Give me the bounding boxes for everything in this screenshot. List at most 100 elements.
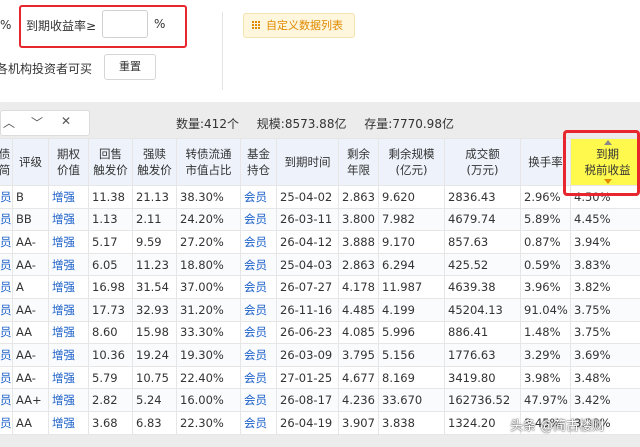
table-cell[interactable]: 员 (0, 320, 13, 345)
table-cell[interactable]: 增强 (48, 343, 89, 367)
table-cell[interactable]: 会员 (240, 252, 277, 277)
table-cell: 3.48% (570, 365, 640, 390)
table-row[interactable]: 员 BB 增强 1.13 2.11 24.20% 会员 26-03-11 3.800 7.982 4… (0, 207, 640, 232)
table-cell[interactable]: 员 (0, 230, 13, 254)
table-cell[interactable]: 会员 (240, 365, 277, 390)
table-cell: 3.82% (570, 275, 640, 299)
divider (222, 12, 223, 90)
table-cell: 26-08-17 (276, 388, 339, 412)
table-cell: 31.54 (132, 275, 177, 299)
close-icon[interactable]: ✕ (61, 114, 71, 128)
table-cell[interactable]: 员 (0, 365, 13, 390)
table-cell: 32.93 (132, 297, 177, 322)
column-header-1[interactable]: 评级 (12, 138, 49, 186)
table-cell: 2836.43 (444, 185, 521, 209)
column-header-3[interactable]: 回售 触发价 (88, 138, 133, 186)
table-cell: 47.97% (520, 388, 571, 412)
custom-list-button[interactable]: 自定义数据列表 (243, 13, 355, 38)
table-row[interactable]: 员 AA- 增强 17.73 32.93 31.20% 会员 26-11-16 4.485 4.1… (0, 297, 640, 322)
table-cell: 31.20% (176, 297, 241, 322)
column-header-0[interactable]: 债 简 (0, 138, 13, 186)
ytm-filter-input[interactable] (102, 10, 148, 38)
table-cell[interactable]: 员 (0, 207, 13, 232)
table-cell[interactable]: 会员 (240, 185, 277, 209)
table-cell: 2.863 (338, 185, 379, 209)
table-cell[interactable]: 员 (0, 343, 13, 367)
column-header-2[interactable]: 期权 价值 (48, 138, 89, 186)
table-row[interactable]: 员 AA- 增强 6.05 11.23 18.80% 会员 25-04-03 2.863 6.29… (0, 252, 640, 277)
table-row[interactable]: 员 AA- 增强 10.36 19.24 19.30% 会员 26-03-09 3.795 5.1… (0, 343, 640, 367)
table-cell[interactable]: 会员 (240, 297, 277, 322)
table-cell[interactable]: 会员 (240, 207, 277, 232)
table-cell[interactable]: 员 (0, 185, 13, 209)
table-cell: 19.30% (176, 343, 241, 367)
column-header-label: 成交额 (万元) (465, 147, 500, 177)
custom-list-label: 自定义数据列表 (266, 19, 343, 32)
table-cell[interactable]: 增强 (48, 207, 89, 232)
table-cell: 1.13 (88, 207, 133, 232)
column-header-4[interactable]: 强赎 触发价 (132, 138, 177, 186)
table-row[interactable]: 员 B 增强 11.38 21.13 38.30% 会员 25-04-02 2.863 9.620… (0, 185, 640, 209)
table-row[interactable]: 员 AA+ 增强 2.82 5.24 16.00% 会员 26-08-17 4.236 33.67… (0, 388, 640, 412)
table-cell: 857.63 (444, 230, 521, 254)
table-cell[interactable]: 会员 (240, 388, 277, 412)
table-cell: AA- (12, 365, 49, 390)
table-row[interactable]: 员 AA- 增强 5.17 9.59 27.20% 会员 26-04-12 3.888 9.170… (0, 230, 640, 254)
table-cell[interactable]: 会员 (240, 410, 277, 435)
table-cell: 4.199 (378, 297, 445, 322)
table-cell: A (12, 275, 49, 299)
reset-button[interactable]: 重置 (104, 54, 156, 80)
stat-remaining: 存量:7770.98亿 (364, 117, 454, 131)
chevron-down-icon[interactable]: ﹀ (31, 114, 43, 131)
column-header-label: 基金 持仓 (247, 147, 270, 177)
stat-count: 数量:412个 (176, 117, 239, 131)
table-cell: 26-04-12 (276, 230, 339, 254)
column-header-label: 剩余 年限 (347, 147, 370, 177)
column-header-5[interactable]: 转债流通 市值占比 (176, 138, 241, 186)
table-cell[interactable]: 增强 (48, 410, 89, 435)
column-header-8[interactable]: 剩余 年限 (338, 138, 379, 186)
table-cell[interactable]: 会员 (240, 343, 277, 367)
table-cell: 33.30% (176, 320, 241, 345)
table-cell: 25-04-03 (276, 252, 339, 277)
table-row[interactable]: 员 AA 增强 8.60 15.98 33.30% 会员 26-06-23 4.085 5.996… (0, 320, 640, 345)
table-cell: 6.05 (88, 252, 133, 277)
table-cell[interactable]: 员 (0, 275, 13, 299)
table-cell[interactable]: 增强 (48, 365, 89, 390)
table-cell[interactable]: 增强 (48, 252, 89, 277)
column-header-7[interactable]: 到期时间 (276, 138, 339, 186)
table-cell: 9.170 (378, 230, 445, 254)
bond-table: 债 简评级 期权 价值回售 触发价强赎 触发价转债流通 市值占比基金 持仓到期时间… (0, 138, 640, 435)
table-row[interactable]: 员 AA- 增强 5.79 10.75 22.40% 会员 27-01-25 4.677 8.16… (0, 365, 640, 390)
table-cell: 8.60 (88, 320, 133, 345)
table-cell[interactable]: 会员 (240, 320, 277, 345)
table-cell: 4.677 (338, 365, 379, 390)
table-row[interactable]: 员 A 增强 16.98 31.54 37.00% 会员 26-07-27 4.178 11.98… (0, 275, 640, 299)
table-cell: 45204.13 (444, 297, 521, 322)
table-cell: 26-04-19 (276, 410, 339, 435)
table-cell[interactable]: 会员 (240, 275, 277, 299)
table-cell[interactable]: 员 (0, 297, 13, 322)
column-header-10[interactable]: 成交额 (万元) (444, 138, 521, 186)
table-cell[interactable]: 增强 (48, 388, 89, 412)
table-cell: 3.94% (570, 230, 640, 254)
table-cell: 17.73 (88, 297, 133, 322)
column-header-9[interactable]: 剩余规模 (亿元) (378, 138, 445, 186)
table-cell: 37.00% (176, 275, 241, 299)
table-cell[interactable]: 增强 (48, 185, 89, 209)
column-header-6[interactable]: 基金 持仓 (240, 138, 277, 186)
table-cell[interactable]: 增强 (48, 297, 89, 322)
table-cell: 24.20% (176, 207, 241, 232)
table-cell[interactable]: 员 (0, 252, 13, 277)
table-cell: AA- (12, 297, 49, 322)
table-cell[interactable]: 增强 (48, 230, 89, 254)
table-cell[interactable]: 增强 (48, 275, 89, 299)
table-cell: 9.59 (132, 230, 177, 254)
table-cell[interactable]: 员 (0, 388, 13, 412)
table-cell[interactable]: 会员 (240, 230, 277, 254)
table-cell[interactable]: 员 (0, 410, 13, 435)
table-cell: 8.169 (378, 365, 445, 390)
table-cell: 38.30% (176, 185, 241, 209)
table-cell[interactable]: 增强 (48, 320, 89, 345)
chevron-up-icon[interactable]: ︿ (3, 114, 15, 131)
